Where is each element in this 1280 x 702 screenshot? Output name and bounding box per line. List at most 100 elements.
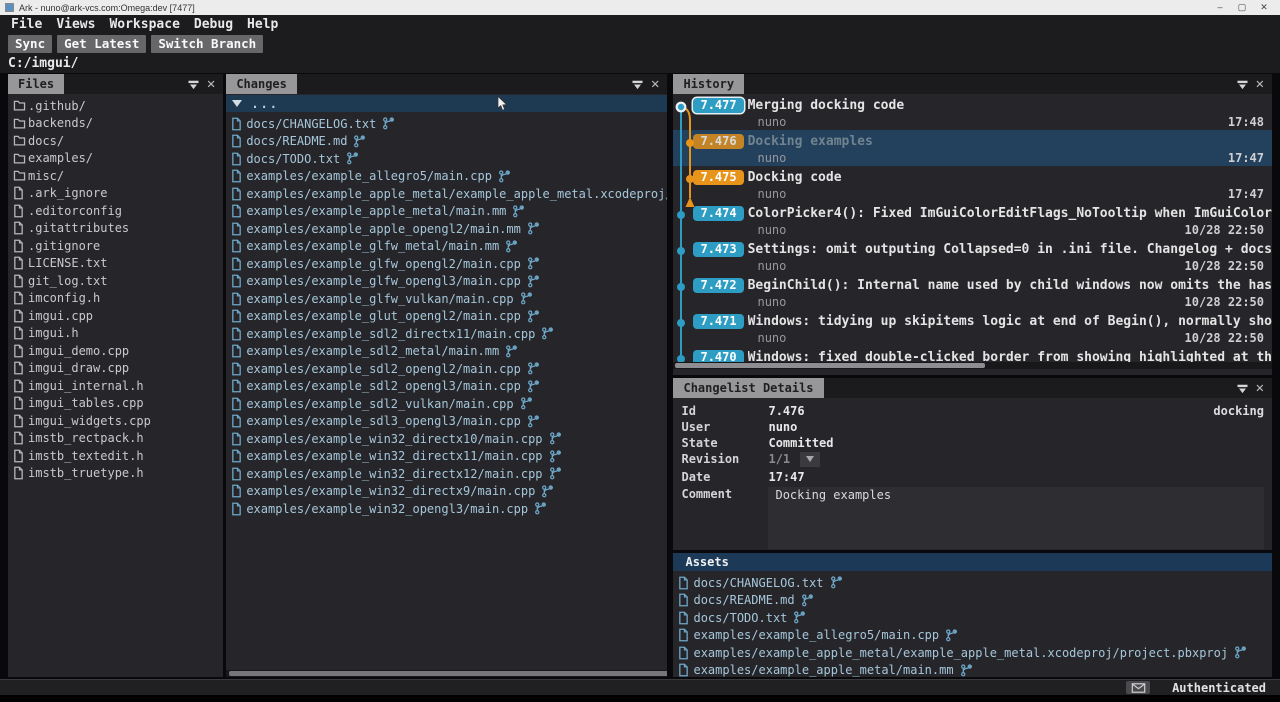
menu-item-file[interactable]: File [4,17,49,32]
list-item[interactable]: examples/example_win32_directx12/main.cp… [226,465,667,483]
tab-files[interactable]: Files [8,74,64,94]
filter-icon[interactable] [1237,379,1248,398]
changes-root-row[interactable]: ... [226,95,667,112]
list-item[interactable]: docs/TODO.txt [226,150,667,168]
list-item[interactable]: imstb_truetype.h [8,465,223,483]
list-item[interactable]: docs/README.md [226,133,667,151]
list-item[interactable]: imgui_internal.h [8,377,223,395]
changes-hscrollbar[interactable] [226,670,667,677]
list-item[interactable]: git_log.txt [8,272,223,290]
minimize-icon[interactable]: – [1209,2,1231,13]
top-bars: FileViewsWorkspaceDebugHelp Sync Get Late… [0,15,1280,73]
commit-time: 17:48 [1228,115,1264,129]
comment-box[interactable]: Docking examples [768,487,1264,549]
list-item[interactable]: docs/ [8,132,223,150]
filter-icon[interactable] [188,75,199,94]
list-item[interactable]: examples/example_apple_metal/example_app… [226,185,667,203]
list-item[interactable]: examples/example_allegro5/main.cpp [673,627,1272,645]
list-item[interactable]: imgui_tables.cpp [8,395,223,413]
file-name: examples/example_sdl2_directx11/main.cpp [246,327,535,341]
list-item[interactable]: examples/example_glut_opengl2/main.cpp [226,308,667,326]
list-item[interactable]: examples/example_apple_metal/main.mm [673,662,1272,678]
list-item[interactable]: examples/example_apple_metal/example_app… [673,644,1272,662]
list-item[interactable]: docs/TODO.txt [673,609,1272,627]
list-item[interactable]: examples/example_glfw_opengl3/main.cpp [226,273,667,291]
sync-button[interactable]: Sync [8,35,52,53]
list-item[interactable]: examples/example_glfw_vulkan/main.cpp [226,290,667,308]
history-entry[interactable]: 7.477 Merging docking code nuno 17:48 [673,94,1272,130]
expand-arrow-icon[interactable] [232,100,242,107]
scrollbar-thumb[interactable] [229,671,667,676]
history-entry[interactable]: 7.475 Docking code nuno 17:47 [673,166,1272,202]
list-item[interactable]: imgui_demo.cpp [8,342,223,360]
menu-item-views[interactable]: Views [49,17,102,32]
list-item[interactable]: imgui.cpp [8,307,223,325]
list-item[interactable]: examples/example_win32_opengl3/main.cpp [226,500,667,518]
history-entry[interactable]: 7.474 ColorPicker4(): Fixed ImGuiColorEd… [673,202,1272,238]
list-item[interactable]: examples/example_win32_directx11/main.cp… [226,448,667,466]
changelist-badge: 7.470 [693,350,743,362]
filter-icon[interactable] [1237,75,1248,94]
close-icon[interactable]: ✕ [1253,2,1275,13]
list-item[interactable]: examples/example_apple_opengl2/main.mm [226,220,667,238]
list-item[interactable]: examples/example_sdl3_opengl3/main.cpp [226,413,667,431]
history-hscrollbar[interactable] [673,362,1272,369]
list-item[interactable]: examples/example_glfw_opengl2/main.cpp [226,255,667,273]
panel-close-icon[interactable]: ✕ [651,79,659,89]
file-icon [231,117,246,131]
list-item[interactable]: .github/ [8,97,223,115]
maximize-icon[interactable]: ▢ [1231,2,1253,13]
list-item[interactable]: examples/example_sdl2_vulkan/main.cpp [226,395,667,413]
list-item[interactable]: imgui.h [8,325,223,343]
scrollbar-thumb[interactable] [675,363,985,368]
tab-history[interactable]: History [673,74,744,94]
list-item[interactable]: imstb_rectpack.h [8,430,223,448]
list-item[interactable]: .editorconfig [8,202,223,220]
panel-close-icon[interactable]: ✕ [1256,383,1264,393]
history-entry[interactable]: 7.470 Windows: fixed double-clicked bord… [673,346,1272,362]
list-item[interactable]: imconfig.h [8,290,223,308]
list-item[interactable]: examples/ [8,150,223,168]
list-item[interactable]: examples/example_sdl2_opengl3/main.cpp [226,378,667,396]
list-item[interactable]: .gitattributes [8,220,223,238]
list-item[interactable]: docs/CHANGELOG.txt [226,115,667,133]
panel-close-icon[interactable]: ✕ [207,79,215,89]
list-item[interactable]: examples/example_sdl2_opengl2/main.cpp [226,360,667,378]
menu-item-help[interactable]: Help [240,17,285,32]
panel-close-icon[interactable]: ✕ [1256,79,1264,89]
list-item[interactable]: examples/example_win32_directx10/main.cp… [226,430,667,448]
history-entry[interactable]: 7.471 Windows: tidying up skipitems logi… [673,310,1272,346]
list-item[interactable]: examples/example_sdl2_metal/main.mm [226,343,667,361]
list-item[interactable]: .ark_ignore [8,185,223,203]
list-item[interactable]: imgui_widgets.cpp [8,412,223,430]
list-item[interactable]: backends/ [8,115,223,133]
list-item[interactable]: misc/ [8,167,223,185]
file-icon [231,502,246,516]
list-item[interactable]: imgui_draw.cpp [8,360,223,378]
list-item[interactable]: docs/CHANGELOG.txt [673,574,1272,592]
revision-dropdown[interactable] [800,452,820,467]
list-item[interactable]: examples/example_glfw_metal/main.mm [226,238,667,256]
list-item[interactable]: examples/example_apple_metal/main.mm [226,203,667,221]
list-item[interactable]: examples/example_win32_directx9/main.cpp [226,483,667,501]
file-name: examples/example_apple_opengl2/main.mm [246,222,521,236]
list-item[interactable]: examples/example_allegro5/main.cpp [226,168,667,186]
file-icon [231,432,246,446]
history-entry[interactable]: 7.472 BeginChild(): Internal name used b… [673,274,1272,310]
list-item[interactable]: LICENSE.txt [8,255,223,273]
filter-icon[interactable] [632,75,643,94]
list-item[interactable]: imstb_textedit.h [8,447,223,465]
mail-icon[interactable] [1126,681,1150,694]
history-entry[interactable]: 7.476 Docking examples nuno 17:47 [673,130,1272,166]
history-entry[interactable]: 7.473 Settings: omit outputing Collapsed… [673,238,1272,274]
menu-item-debug[interactable]: Debug [187,17,240,32]
list-item[interactable]: examples/example_sdl2_directx11/main.cpp [226,325,667,343]
switch-branch-button[interactable]: Switch Branch [151,35,263,53]
list-item[interactable]: .gitignore [8,237,223,255]
tab-changes[interactable]: Changes [226,74,297,94]
file-icon [231,204,246,218]
list-item[interactable]: docs/README.md [673,592,1272,610]
menu-item-workspace[interactable]: Workspace [102,17,186,32]
tab-changelist-details[interactable]: Changelist Details [673,378,823,398]
get-latest-button[interactable]: Get Latest [57,35,146,53]
